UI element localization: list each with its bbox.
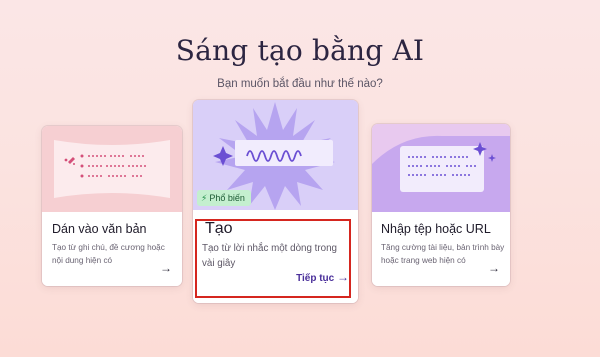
- popular-badge-label: Phổ biến: [209, 193, 245, 203]
- import-file-description: Tăng cường tài liệu, bản trình bày hoặc …: [381, 243, 505, 265]
- paste-text-illustration: [42, 126, 182, 212]
- lightning-icon: ⚡: [201, 193, 208, 203]
- popular-badge: ⚡ Phổ biến: [197, 190, 251, 206]
- generate-title: Tạo: [205, 220, 233, 237]
- arrow-right-icon[interactable]: →: [160, 261, 172, 275]
- paste-text-description: Tạo từ ghi chú, đề cương hoặc nội dung h…: [52, 243, 165, 265]
- arrow-right-icon[interactable]: →: [488, 261, 500, 275]
- import-file-title: Nhập tệp hoặc URL: [381, 222, 491, 236]
- continue-button[interactable]: Tiếp tục →: [296, 270, 349, 284]
- import-file-illustration: [372, 124, 510, 212]
- paste-text-title: Dán vào văn bản: [52, 222, 147, 236]
- paste-text-card[interactable]: Dán vào văn bản Tạo từ ghi chú, đề cương…: [42, 126, 182, 286]
- arrow-right-icon: →: [337, 270, 349, 284]
- generate-description: Tạo từ lời nhắc một dòng trong vài giây: [202, 243, 337, 269]
- page-title: Sáng tạo bằng AI: [175, 34, 425, 67]
- page-subtitle: Bạn muốn bắt đầu như thế nào?: [217, 78, 383, 90]
- continue-label: Tiếp tục: [296, 273, 335, 284]
- import-file-card[interactable]: Nhập tệp hoặc URL Tăng cường tài liệu, b…: [372, 124, 510, 286]
